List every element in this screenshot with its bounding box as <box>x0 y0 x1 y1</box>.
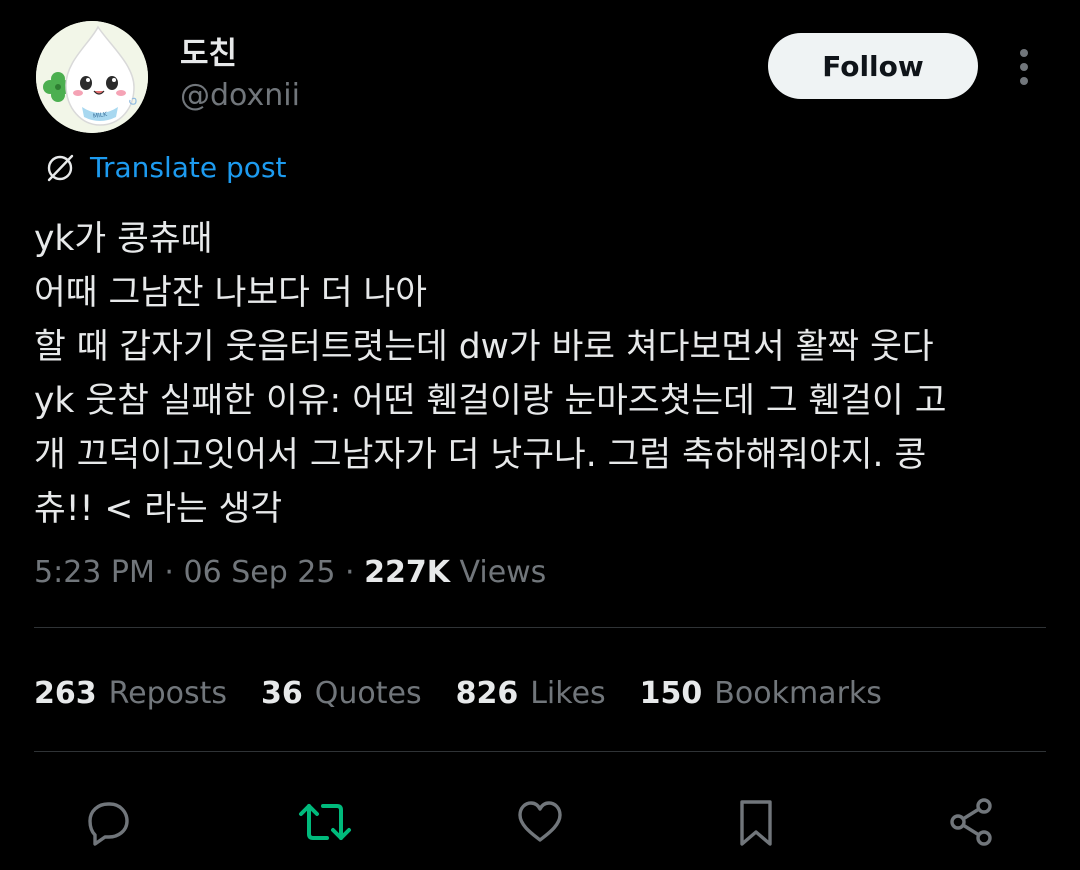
share-icon <box>950 798 992 846</box>
translate-post-link[interactable]: Translate post <box>44 146 287 190</box>
divider <box>34 627 1046 628</box>
repost-icon <box>299 804 351 840</box>
tweet-line: yk가 콩츄때 <box>34 219 213 259</box>
reply-button[interactable] <box>76 790 140 854</box>
tweet-line: yk 웃참 실패한 이유: 어떤 휀걸이랑 눈마즈쳣는데 그 휀걸이 고 <box>34 381 947 421</box>
tweet-text: yk가 콩츄때 어때 그남잔 나보다 더 나아 할 때 갑자기 웃음터트렷는데 … <box>34 212 1054 536</box>
more-options-button[interactable] <box>1004 44 1044 90</box>
stat-label: Likes <box>530 675 606 711</box>
tweet-date[interactable]: 06 Sep 25 <box>184 555 336 590</box>
meta-separator: · <box>335 555 365 590</box>
repost-button[interactable] <box>293 790 357 854</box>
author-display-name[interactable]: 도친 <box>180 34 237 74</box>
stat-label: Bookmarks <box>714 675 882 711</box>
stat-count: 826 <box>455 675 519 711</box>
views-label: Views <box>449 555 547 590</box>
translate-globe-icon <box>47 154 74 182</box>
tweet-time[interactable]: 5:23 PM <box>34 555 155 590</box>
milk-drop-character-avatar: MILK <box>36 21 148 133</box>
like-icon <box>518 801 562 842</box>
stat-label: Reposts <box>108 675 227 711</box>
engagement-stats: 263 Reposts 36 Quotes 826 Likes 150 Book… <box>34 670 882 716</box>
action-bar <box>0 790 1080 854</box>
reply-icon <box>88 802 129 846</box>
stat-reposts[interactable]: 263 Reposts <box>34 676 227 711</box>
stat-count: 150 <box>639 675 703 711</box>
tweet-line: 할 때 갑자기 웃음터트렷는데 dw가 바로 쳐다보면서 활짝 웃다 <box>34 327 934 367</box>
tweet-line: 어때 그남잔 나보다 더 나아 <box>34 273 428 313</box>
tweet-line: 츄!! < 라는 생각 <box>34 489 283 529</box>
tweet-meta: 5:23 PM · 06 Sep 25 · 227K Views <box>34 552 546 594</box>
stat-likes[interactable]: 826 Likes <box>456 676 606 711</box>
more-vertical-icon <box>1020 49 1028 85</box>
avatar[interactable]: MILK <box>36 21 148 133</box>
author-handle[interactable]: @doxnii <box>180 76 300 116</box>
meta-separator: · <box>154 555 184 590</box>
share-button[interactable] <box>940 790 1004 854</box>
stat-label: Quotes <box>314 675 422 711</box>
stat-count: 36 <box>261 675 303 711</box>
stat-bookmarks[interactable]: 150 Bookmarks <box>640 676 882 711</box>
bookmark-icon <box>740 800 772 846</box>
tweet-line: 개 끄덕이고잇어서 그남자가 더 낫구나. 그럼 축하해줘야지. 콩 <box>34 435 927 475</box>
like-button[interactable] <box>508 790 572 854</box>
bookmark-button[interactable] <box>724 790 788 854</box>
divider <box>34 751 1046 752</box>
follow-button[interactable]: Follow <box>768 33 978 99</box>
translate-post-label: Translate post <box>90 151 287 184</box>
stat-quotes[interactable]: 36 Quotes <box>261 676 422 711</box>
views-count[interactable]: 227K <box>364 555 450 590</box>
stat-count: 263 <box>34 675 97 711</box>
